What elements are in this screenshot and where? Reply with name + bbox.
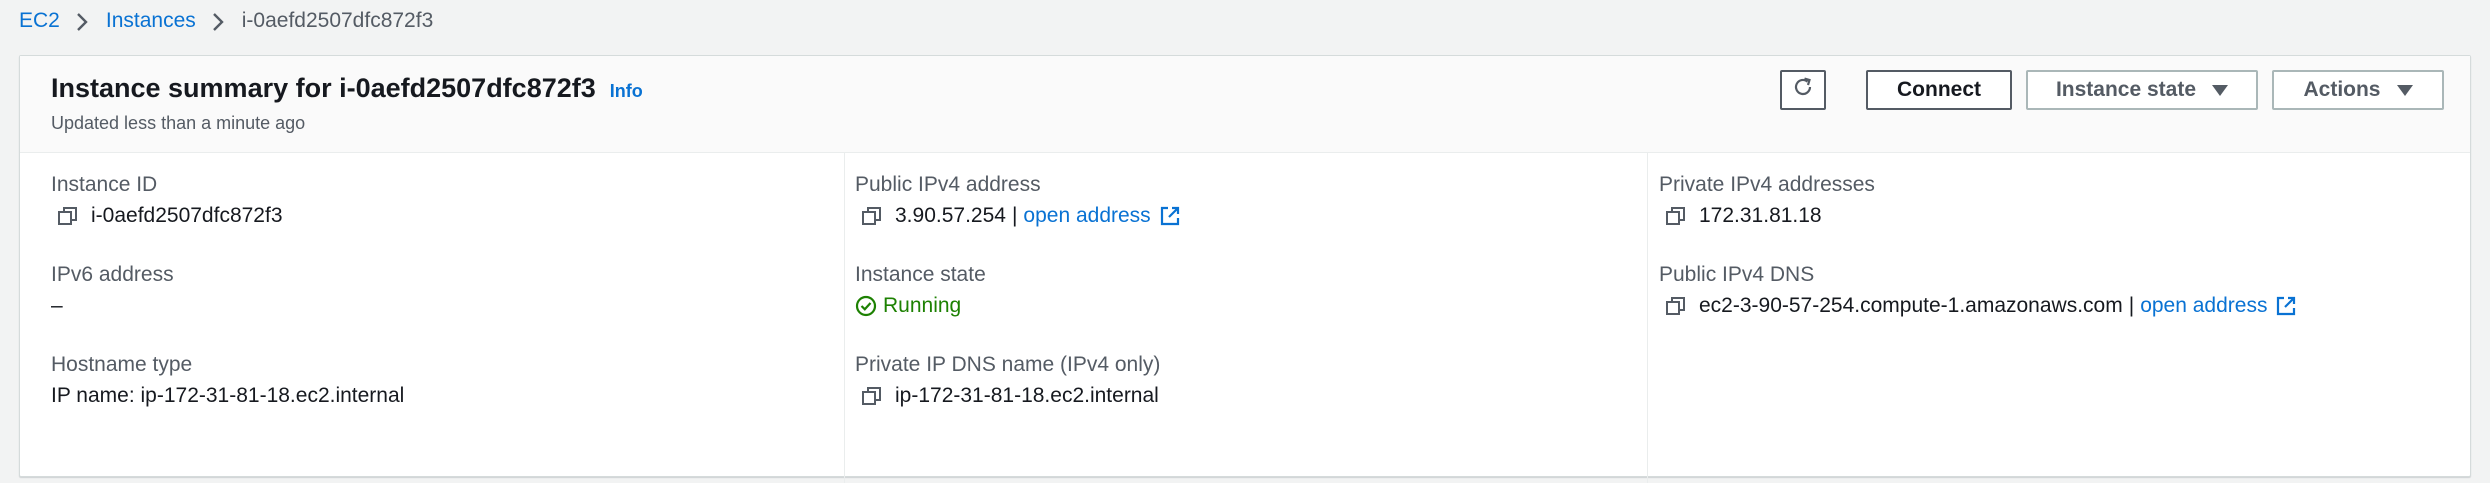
- field-public-dns: Public IPv4 DNS ec2-3-90-57-254.compute-…: [1659, 260, 2297, 322]
- copy-icon[interactable]: [1665, 295, 1687, 317]
- field-ipv6: IPv6 address –: [51, 260, 174, 322]
- field-value-row: ec2-3-90-57-254.compute-1.amazonaws.com …: [1659, 290, 2297, 322]
- private-ipv4-value: 172.31.81.18: [1699, 204, 1822, 227]
- breadcrumb-ec2[interactable]: EC2: [19, 9, 60, 33]
- copy-icon[interactable]: [1665, 205, 1687, 227]
- chevron-right-icon: [204, 10, 234, 32]
- public-dns-value: ec2-3-90-57-254.compute-1.amazonaws.com: [1699, 294, 2123, 317]
- refresh-icon: [1791, 75, 1815, 105]
- field-label: Instance state: [855, 263, 986, 286]
- field-public-ipv4: Public IPv4 address 3.90.57.254 | open a…: [855, 170, 1181, 232]
- instance-id-value: i-0aefd2507dfc872f3: [91, 204, 283, 227]
- field-value-row: ip-172-31-81-18.ec2.internal: [855, 380, 1160, 412]
- copy-icon[interactable]: [57, 205, 79, 227]
- page-title: Instance summary for i-0aefd2507dfc872f3: [51, 73, 596, 103]
- field-label: Hostname type: [51, 353, 193, 376]
- actions-button[interactable]: Actions: [2272, 70, 2444, 110]
- column-divider: [1647, 153, 1648, 483]
- field-value-row: 172.31.81.18: [1659, 200, 1875, 232]
- chevron-right-icon: [68, 10, 98, 32]
- instance-state-button[interactable]: Instance state: [2026, 70, 2258, 110]
- card-header: Instance summary for i-0aefd2507dfc872f3…: [20, 56, 2470, 153]
- ipv6-value: –: [51, 294, 63, 317]
- separator: |: [1011, 204, 1018, 227]
- external-link-icon[interactable]: [2275, 295, 2297, 317]
- field-value-row: Running: [855, 290, 986, 322]
- breadcrumb-instances[interactable]: Instances: [106, 9, 196, 33]
- open-address-link[interactable]: open address: [2140, 290, 2267, 322]
- breadcrumb-current: i-0aefd2507dfc872f3: [241, 9, 434, 32]
- column-divider: [844, 153, 845, 483]
- open-address-link[interactable]: open address: [1023, 200, 1150, 232]
- field-private-dns: Private IP DNS name (IPv4 only) ip-172-3…: [855, 350, 1160, 412]
- field-label: Private IPv4 addresses: [1659, 173, 1875, 196]
- field-private-ipv4: Private IPv4 addresses 172.31.81.18: [1659, 170, 1875, 232]
- breadcrumb: EC2 Instances i-0aefd2507dfc872f3: [19, 6, 433, 36]
- hostname-value: IP name: ip-172-31-81-18.ec2.internal: [51, 384, 405, 407]
- refresh-button[interactable]: [1780, 70, 1826, 110]
- field-value-row: 3.90.57.254 | open address: [855, 200, 1181, 232]
- copy-icon[interactable]: [861, 205, 883, 227]
- field-label: Public IPv4 address: [855, 173, 1041, 196]
- caret-down-icon: [2396, 84, 2413, 96]
- external-link-icon[interactable]: [1159, 205, 1181, 227]
- copy-icon[interactable]: [861, 385, 883, 407]
- field-instance-id: Instance ID i-0aefd2507dfc872f3: [51, 170, 283, 232]
- field-label: IPv6 address: [51, 263, 174, 286]
- caret-down-icon: [2212, 84, 2229, 96]
- field-value-row: i-0aefd2507dfc872f3: [51, 200, 283, 232]
- private-dns-value: ip-172-31-81-18.ec2.internal: [895, 384, 1159, 407]
- connect-button[interactable]: Connect: [1866, 70, 2012, 110]
- separator: |: [2128, 294, 2135, 317]
- field-label: Private IP DNS name (IPv4 only): [855, 353, 1161, 376]
- field-instance-state: Instance state Running: [855, 260, 986, 322]
- instance-state-value: Running: [883, 294, 962, 317]
- instance-state-button-label: Instance state: [2055, 78, 2197, 101]
- field-hostname-type: Hostname type IP name: ip-172-31-81-18.e…: [51, 350, 404, 412]
- title-row: Instance summary for i-0aefd2507dfc872f3…: [51, 73, 643, 104]
- updated-timestamp: Updated less than a minute ago: [51, 113, 306, 133]
- instance-summary-card: Instance summary for i-0aefd2507dfc872f3…: [19, 55, 2471, 483]
- public-ipv4-value: 3.90.57.254: [895, 204, 1006, 227]
- actions-button-label: Actions: [2303, 78, 2381, 101]
- info-link[interactable]: Info: [610, 81, 643, 102]
- check-circle-icon: [855, 295, 877, 317]
- connect-button-label: Connect: [1897, 78, 1981, 101]
- field-label: Instance ID: [51, 173, 158, 196]
- field-label: Public IPv4 DNS: [1659, 263, 1815, 286]
